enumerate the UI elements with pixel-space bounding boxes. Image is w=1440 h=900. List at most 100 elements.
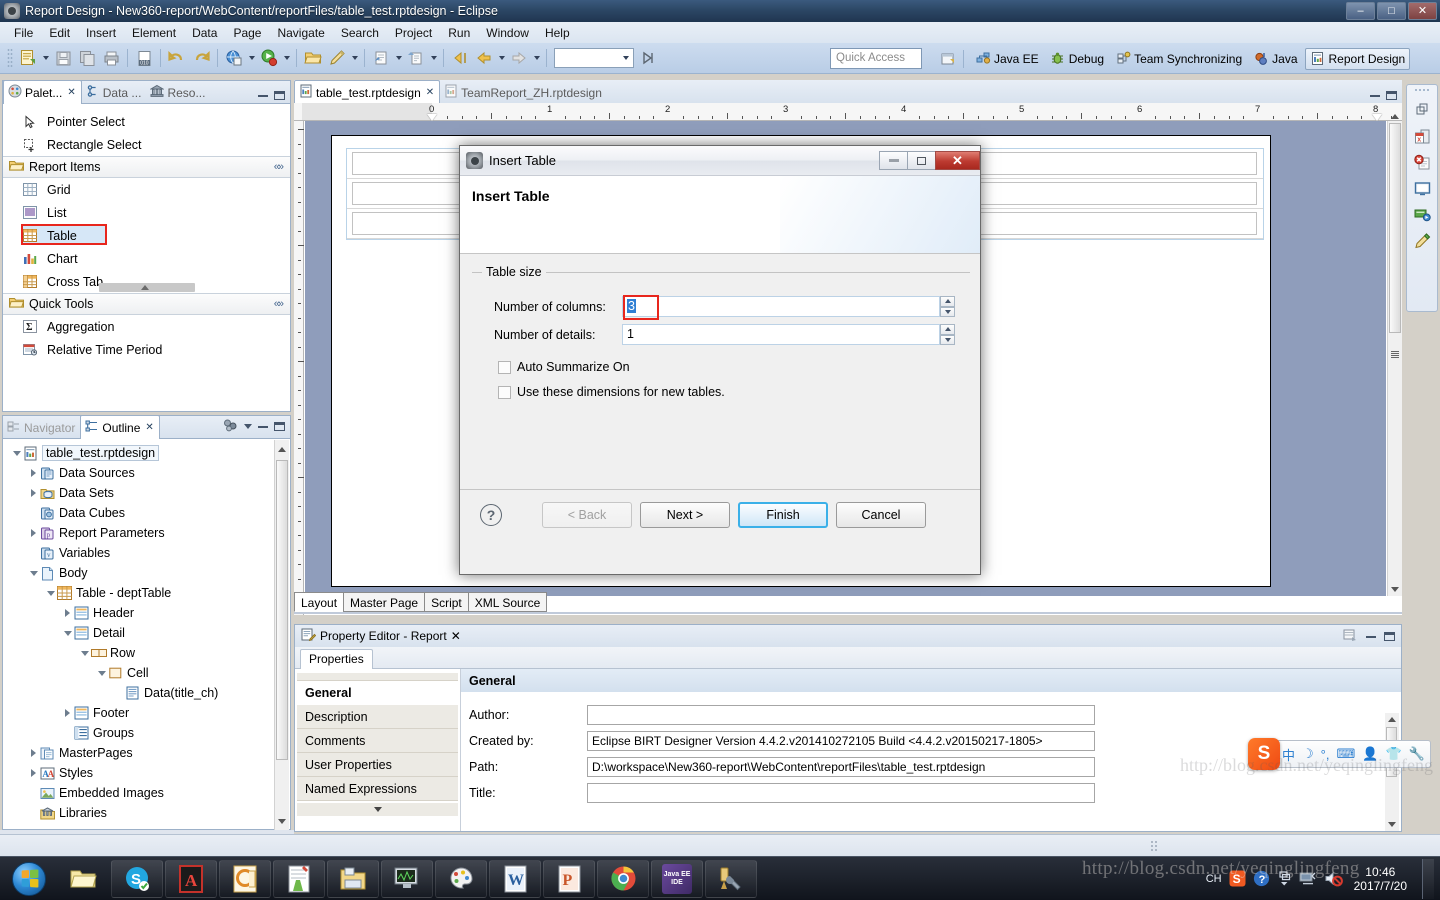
link-with-editor-icon[interactable]	[223, 418, 238, 435]
maximize-view-icon[interactable]	[274, 91, 285, 100]
outline-tree-node[interactable]: Data(title_ch)	[3, 683, 290, 703]
details-spin-buttons[interactable]	[940, 324, 955, 345]
outline-tree-node[interactable]: Detail	[3, 623, 290, 643]
save-icon[interactable]	[52, 47, 74, 69]
palette-tool-rectangle-select[interactable]: Rectangle Select	[3, 133, 290, 156]
palette-section-report-items[interactable]: Report Items «»	[3, 156, 290, 178]
tab-script[interactable]: Script	[424, 592, 468, 612]
tab-data-explorer[interactable]: Data ...	[82, 81, 147, 103]
sogou-logo-icon[interactable]: S	[1248, 738, 1280, 770]
ime-skin-icon[interactable]: 👕	[1385, 746, 1401, 762]
tree-expand-arrow-icon[interactable]	[62, 609, 73, 617]
ime-settings-icon[interactable]: 🔧	[1409, 746, 1425, 762]
details-spin-down-icon[interactable]	[940, 334, 955, 345]
tree-expand-arrow-icon[interactable]	[28, 571, 39, 576]
preview-web-dropdown-arrow[interactable]	[246, 47, 257, 69]
insert-table-dialog[interactable]: Insert Table ✕ Insert Table Table size N…	[459, 145, 981, 575]
menu-help[interactable]: Help	[537, 24, 578, 42]
horizontal-ruler[interactable]: 012345678	[294, 103, 1436, 121]
edit-dropdown-arrow[interactable]	[349, 47, 360, 69]
taskbar-file-manager[interactable]	[327, 859, 379, 898]
view-menu-icon[interactable]	[244, 424, 252, 429]
export-dropdown-arrow[interactable]	[428, 47, 439, 69]
tree-expand-arrow-icon[interactable]	[62, 631, 73, 636]
publish-dropdown-arrow[interactable]	[393, 47, 404, 69]
tab-layout[interactable]: Layout	[294, 592, 344, 612]
columns-spin-down-icon[interactable]	[940, 306, 955, 317]
tree-expand-arrow-icon[interactable]	[11, 451, 22, 456]
property-sidebar-item[interactable]: General	[297, 681, 458, 705]
taskbar-adobe-reader[interactable]: A	[165, 859, 217, 898]
collapse-icon-2[interactable]: «»	[274, 298, 284, 310]
outline-tree-node[interactable]: Footer	[3, 703, 290, 723]
close-icon-4[interactable]: ✕	[451, 629, 461, 643]
quick-access-input[interactable]: Quick Access	[830, 48, 922, 69]
columns-spin-buttons[interactable]	[940, 296, 955, 317]
taskbar-explorer[interactable]	[57, 860, 109, 898]
outline-tree-node[interactable]: p Report Parameters	[3, 523, 290, 543]
details-input[interactable]: 1	[622, 324, 940, 345]
previous-page-icon[interactable]	[449, 47, 471, 69]
toolbar-grip[interactable]	[7, 48, 13, 68]
publish-icon[interactable]	[370, 47, 392, 69]
tree-expand-arrow-icon[interactable]	[62, 709, 73, 717]
window-close-button[interactable]: ✕	[1408, 2, 1437, 20]
restore-icon[interactable]	[1410, 97, 1434, 123]
ime-punctuation-icon[interactable]: °,	[1321, 747, 1330, 762]
save-all-icon[interactable]	[76, 47, 98, 69]
property-field-input[interactable]: D:\workspace\New360-report\WebContent\re…	[587, 756, 1095, 777]
tab-resource-explorer[interactable]: Reso...	[146, 81, 210, 103]
outline-tree-node[interactable]: table_test.rptdesign	[3, 443, 290, 463]
outline-scroll-thumb[interactable]	[276, 460, 288, 760]
tree-expand-arrow-icon[interactable]	[28, 749, 39, 757]
sogou-icon[interactable]: S	[1229, 870, 1246, 887]
outline-tree-node[interactable]: A A Styles	[3, 763, 290, 783]
outline-tree-node[interactable]: Libraries	[3, 803, 290, 823]
finish-button[interactable]: Finish	[738, 501, 828, 528]
taskbar-notepad[interactable]	[273, 859, 325, 898]
maximize-view-icon-2[interactable]	[274, 422, 285, 431]
perspective-debug[interactable]: Debug	[1046, 49, 1108, 69]
property-field-input[interactable]: Eclipse BIRT Designer Version 4.4.2.v201…	[587, 730, 1095, 751]
palette-item-table[interactable]: Table	[3, 224, 290, 247]
perspective-team-synchronizing[interactable]: Team Synchronizing	[1111, 49, 1246, 69]
show-desktop-button[interactable]	[1422, 858, 1434, 899]
maximize-editor-icon[interactable]	[1386, 91, 1397, 100]
outline-tree-node[interactable]: Row	[3, 643, 290, 663]
outline-tree-node[interactable]: Body	[3, 563, 290, 583]
outline-tree-node[interactable]: Data Sets	[3, 483, 290, 503]
help-icon[interactable]: ?	[1253, 870, 1270, 887]
editor-tab-table-test[interactable]: table_test.rptdesign ✕	[294, 80, 441, 104]
menu-window[interactable]: Window	[478, 24, 537, 42]
tab-xml-source[interactable]: XML Source	[467, 592, 548, 612]
minimize-view-icon[interactable]	[258, 94, 268, 97]
use-dimensions-checkbox[interactable]	[498, 385, 511, 399]
outline-tree-node[interactable]: Data Sources	[3, 463, 290, 483]
show-hidden-icons-arrow[interactable]	[1277, 870, 1292, 887]
taskbar-powerpoint[interactable]: P	[543, 859, 595, 898]
canvas-scroll-thumb[interactable]	[1389, 123, 1401, 333]
ime-floating-toolbar[interactable]: S 中 ☽ °, ⌨ 👤 👕 🔧	[1248, 738, 1431, 770]
property-sidebar-item[interactable]: User Properties	[297, 753, 458, 777]
outline-tree-node[interactable]: Header	[3, 603, 290, 623]
property-sidebar-scroll-down-icon[interactable]	[297, 803, 458, 816]
palette-section-quick-tools[interactable]: Quick Tools «»	[3, 293, 290, 315]
outline-tree-node[interactable]: Groups	[3, 723, 290, 743]
property-sidebar-item[interactable]: Named Expressions	[297, 777, 458, 801]
canvas-scroll-up-arrow[interactable]	[1389, 109, 1401, 123]
taskbar-clock[interactable]: 10:46 2017/7/20	[1350, 865, 1411, 893]
tab-navigator[interactable]: Navigator	[3, 416, 80, 438]
perspective-report-design[interactable]: Report Design	[1304, 47, 1411, 70]
palette-item-relative-time-period[interactable]: Relative Time Period	[3, 338, 290, 361]
minimize-property-editor-icon[interactable]	[1366, 635, 1376, 638]
volume-icon[interactable]	[1324, 870, 1343, 887]
property-field-input[interactable]	[587, 782, 1095, 803]
fast-view-grip[interactable]	[1414, 88, 1430, 93]
menu-data[interactable]: Data	[184, 24, 225, 42]
print-icon[interactable]	[100, 47, 122, 69]
palette-item-list[interactable]: List	[3, 201, 290, 224]
forward-icon[interactable]	[508, 47, 530, 69]
tree-expand-arrow-icon[interactable]	[28, 469, 39, 477]
outline-tree-node[interactable]: MasterPages	[3, 743, 290, 763]
ruler-margin-marker[interactable]	[1372, 114, 1382, 121]
